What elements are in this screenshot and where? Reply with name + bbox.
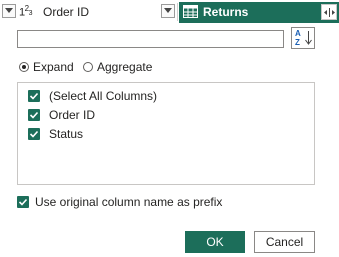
list-item-label: Status: [49, 127, 84, 141]
row-menu-dropdown[interactable]: [2, 4, 16, 18]
column-list: (Select All Columns) Order ID Status: [17, 82, 315, 185]
use-prefix-label: Use original column name as prefix: [35, 195, 223, 209]
expand-column-button[interactable]: [321, 4, 337, 20]
expand-column-icon: [324, 8, 335, 17]
check-icon: [18, 198, 28, 206]
number-type-icon[interactable]: 123: [19, 4, 33, 19]
checkbox[interactable]: [28, 128, 40, 140]
ok-button[interactable]: OK: [185, 231, 245, 253]
aggregate-radio-option[interactable]: Aggregate: [83, 60, 152, 74]
use-prefix-option[interactable]: Use original column name as prefix: [17, 195, 222, 209]
cancel-button[interactable]: Cancel: [254, 231, 315, 253]
list-item-label: (Select All Columns): [49, 89, 158, 103]
check-icon: [29, 130, 39, 138]
radio-button[interactable]: [83, 62, 93, 72]
list-item-label: Order ID: [49, 108, 96, 122]
sort-az-button[interactable]: AZ: [291, 27, 315, 49]
checkbox[interactable]: [28, 90, 40, 102]
radio-button[interactable]: [19, 62, 29, 72]
column-search-input[interactable]: [17, 30, 284, 48]
checkbox[interactable]: [28, 109, 40, 121]
column-header-returns[interactable]: Returns: [179, 2, 339, 23]
list-item-status[interactable]: Status: [28, 127, 83, 141]
column-header-strip: 123 Order ID Returns: [0, 0, 339, 24]
list-item-order-id[interactable]: Order ID: [28, 108, 95, 122]
sort-az-icon: AZ: [295, 29, 301, 47]
expand-radio-option[interactable]: Expand: [19, 60, 74, 74]
column-filter-dropdown[interactable]: [161, 4, 175, 18]
list-item-select-all[interactable]: (Select All Columns): [28, 89, 157, 103]
column-label: Order ID: [43, 5, 90, 19]
column-label: Returns: [203, 5, 249, 19]
chevron-down-icon: [5, 8, 13, 13]
column-header-order-id[interactable]: 123 Order ID: [0, 3, 178, 21]
radio-label: Expand: [33, 60, 74, 74]
check-icon: [29, 92, 39, 100]
radio-label: Aggregate: [97, 60, 153, 74]
chevron-down-icon: [164, 8, 172, 13]
use-prefix-checkbox[interactable]: [17, 196, 29, 208]
arrow-down-icon: [305, 31, 312, 45]
table-icon: [183, 5, 198, 18]
check-icon: [29, 111, 39, 119]
